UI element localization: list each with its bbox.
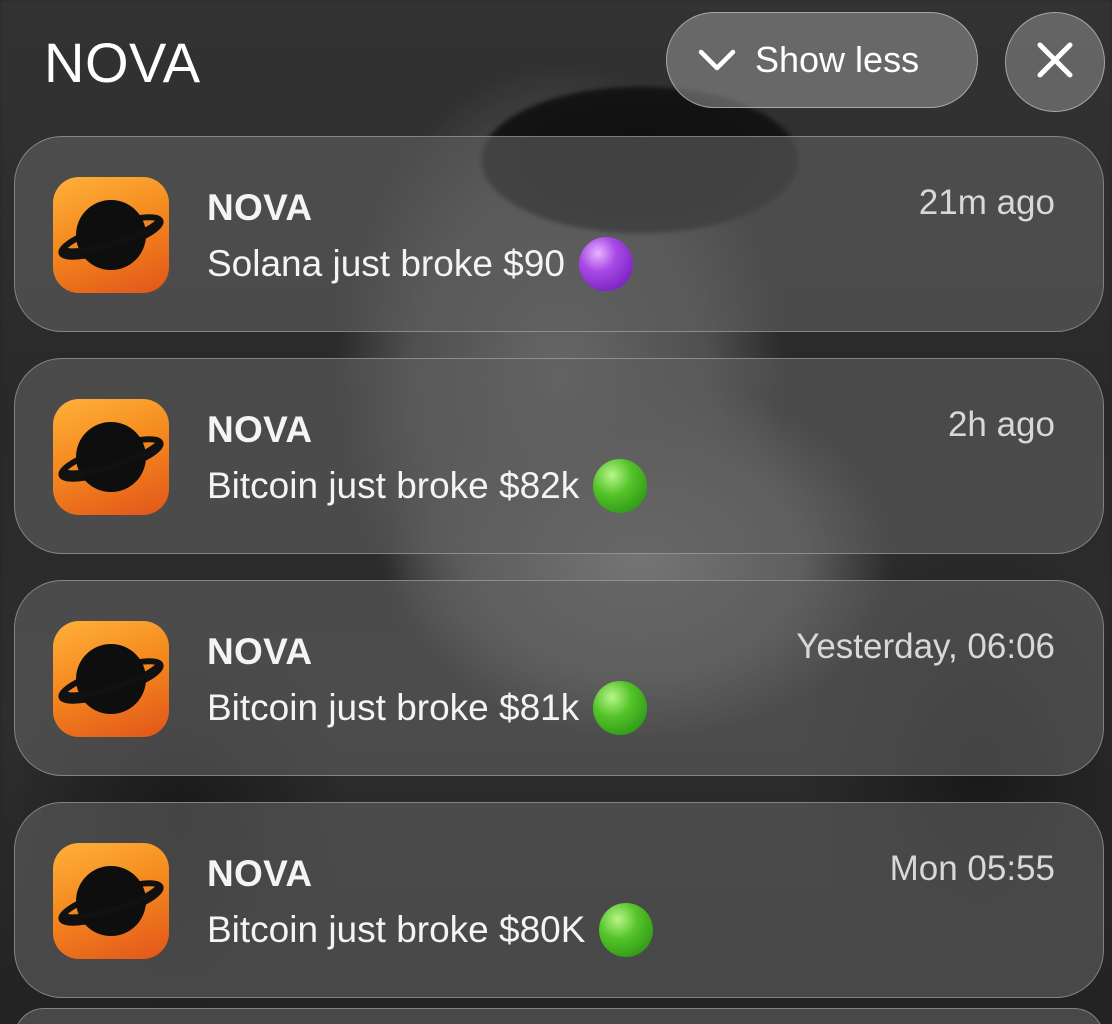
notification-app-name: NOVA bbox=[207, 853, 313, 894]
group-title: NOVA bbox=[44, 31, 201, 94]
close-button[interactable] bbox=[1005, 12, 1105, 112]
planet-icon bbox=[53, 177, 169, 293]
show-less-button[interactable]: Show less bbox=[666, 12, 978, 108]
notification-time: 2h ago bbox=[947, 405, 1055, 444]
notification-card-partial[interactable] bbox=[14, 1008, 1104, 1024]
planet-icon bbox=[53, 621, 169, 737]
notification-card[interactable]: NOVA Bitcoin just broke $80K Mon 05:55 bbox=[14, 802, 1104, 998]
notification-app-name: NOVA bbox=[207, 187, 313, 228]
notification-text: Bitcoin just broke $82k bbox=[207, 465, 580, 506]
notification-text: Solana just broke $90 bbox=[207, 243, 565, 284]
notification-text: Bitcoin just broke $80K bbox=[207, 909, 586, 950]
green-circle-icon bbox=[593, 681, 648, 735]
planet-icon bbox=[53, 399, 169, 515]
notification-app-name: NOVA bbox=[207, 409, 313, 450]
notification-card[interactable]: NOVA Bitcoin just broke $81k Yesterday, … bbox=[14, 580, 1104, 776]
notification-text: Bitcoin just broke $81k bbox=[207, 687, 580, 728]
chevron-down-icon bbox=[697, 47, 737, 73]
notification-time: Mon 05:55 bbox=[889, 849, 1055, 888]
notification-time: Yesterday, 06:06 bbox=[796, 627, 1055, 666]
close-icon bbox=[1035, 40, 1075, 85]
show-less-label: Show less bbox=[755, 39, 920, 80]
planet-icon bbox=[53, 843, 169, 959]
notification-card[interactable]: NOVA Solana just broke $90 21m ago bbox=[14, 136, 1104, 332]
notification-time: 21m ago bbox=[918, 183, 1055, 222]
notification-message: Bitcoin just broke $81k bbox=[207, 681, 648, 735]
notification-center: NOVA Show less NOVA Solana just broke $9… bbox=[0, 0, 1112, 1024]
notification-message: Bitcoin just broke $82k bbox=[207, 459, 648, 513]
notification-message: Bitcoin just broke $80K bbox=[207, 903, 654, 957]
purple-circle-icon bbox=[578, 237, 633, 291]
green-circle-icon bbox=[593, 459, 648, 513]
notification-card[interactable]: NOVA Bitcoin just broke $82k 2h ago bbox=[14, 358, 1104, 554]
notification-message: Solana just broke $90 bbox=[207, 237, 633, 291]
notification-app-name: NOVA bbox=[207, 631, 313, 672]
green-circle-icon bbox=[599, 903, 654, 957]
